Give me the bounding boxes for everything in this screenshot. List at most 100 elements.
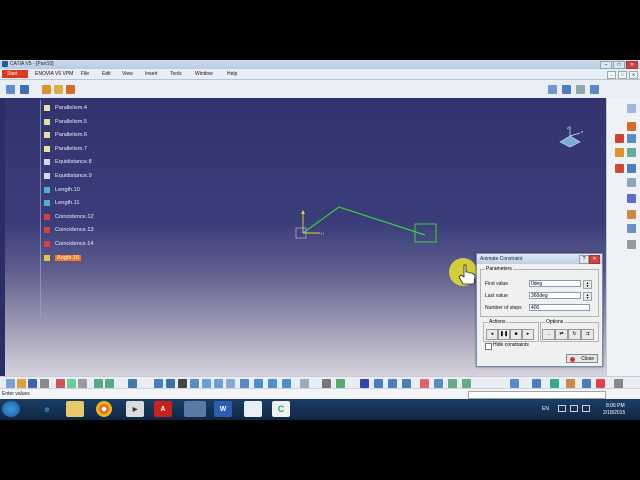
mdi-close-button[interactable]: ✕ (629, 71, 638, 79)
sketch-geometry[interactable]: H (290, 200, 450, 250)
tree-item[interactable]: Parallelism.6 (44, 130, 87, 140)
notepad-icon[interactable] (244, 401, 262, 417)
geometric-constraints-icon[interactable] (582, 379, 591, 388)
new-file-icon[interactable] (6, 379, 15, 388)
menu-edit[interactable]: Edit (102, 71, 111, 77)
cut-icon[interactable] (56, 379, 65, 388)
paste-icon[interactable] (78, 379, 87, 388)
construction-icon[interactable] (66, 85, 75, 94)
menu-start[interactable]: Start (2, 70, 28, 78)
tree-item[interactable]: Coincidence.13 (44, 225, 94, 235)
exit-workbench-icon[interactable] (627, 240, 636, 249)
tree-item[interactable]: Equidistance.8 (44, 157, 92, 167)
dialog-close-x-button[interactable]: ✕ (589, 255, 600, 264)
volume-icon[interactable] (582, 405, 590, 412)
tree-item[interactable]: Coincidence.12 (44, 212, 94, 222)
windows-start-icon[interactable] (2, 401, 20, 417)
pan-icon[interactable] (576, 85, 585, 94)
mdi-restore-button[interactable]: □ (618, 71, 627, 79)
trim-icon[interactable] (627, 178, 636, 187)
spline-icon[interactable] (615, 148, 624, 157)
power-input-field[interactable] (468, 391, 606, 399)
iso-view-icon[interactable] (240, 379, 249, 388)
tree-item[interactable]: Length.10 (44, 185, 80, 195)
tree-item[interactable]: Length.11 (44, 198, 79, 208)
grid-snap-icon[interactable] (54, 85, 63, 94)
catia-taskbar-icon[interactable] (184, 401, 206, 417)
maximize-button[interactable]: □ (613, 61, 625, 69)
tree-item[interactable]: Equidistance.9 (44, 171, 92, 181)
first-value-input[interactable] (529, 280, 581, 287)
minimize-button[interactable]: – (600, 61, 612, 69)
menu-enovia[interactable]: ENOVIA V5 VPM (35, 71, 73, 77)
snap-icon[interactable] (550, 379, 559, 388)
save-icon[interactable] (28, 379, 37, 388)
dialog-title-bar[interactable]: Animate Constraint ? ✕ (477, 254, 602, 264)
rectangle-icon[interactable] (615, 134, 624, 143)
menu-help[interactable]: Help (227, 71, 237, 77)
zoom-in-icon[interactable] (202, 379, 211, 388)
dimensional-constraints-icon[interactable] (596, 379, 605, 388)
animate-constraint-icon[interactable] (627, 224, 636, 233)
profile-icon[interactable] (627, 122, 636, 131)
sketch-icon[interactable] (300, 379, 309, 388)
clock-date[interactable]: 2/18/2015 (603, 410, 625, 416)
pan-view-icon[interactable] (178, 379, 187, 388)
tree-item[interactable]: Parallelism.7 (44, 144, 87, 154)
network-icon[interactable] (570, 405, 578, 412)
swap-visible-icon[interactable] (282, 379, 291, 388)
play-forward-icon[interactable]: ▸ (522, 329, 534, 340)
dialog-help-button[interactable]: ? (579, 255, 589, 264)
tree-item[interactable]: Parallelism.4 (44, 103, 87, 113)
render-style-icon[interactable] (254, 379, 263, 388)
flag-icon[interactable] (558, 405, 566, 412)
menu-file[interactable]: File (81, 71, 89, 77)
zoom-icon[interactable] (562, 85, 571, 94)
acrobat-icon[interactable]: A (154, 401, 172, 417)
constraint-icon[interactable] (627, 194, 636, 203)
compass-icon[interactable]: z x (556, 124, 586, 148)
camtasia-icon[interactable]: C (272, 401, 290, 417)
redo-icon[interactable] (105, 379, 114, 388)
sketch-tools-icon[interactable] (42, 85, 51, 94)
measure-icon[interactable] (420, 379, 429, 388)
menu-insert[interactable]: Insert (145, 71, 158, 77)
hide-show-icon[interactable] (268, 379, 277, 388)
hide-constraints-checkbox[interactable] (485, 343, 492, 350)
loop-icon[interactable]: ↻ (568, 329, 581, 340)
axis-icon[interactable] (462, 379, 471, 388)
point-icon[interactable] (448, 379, 457, 388)
zoom-out-icon[interactable] (214, 379, 223, 388)
mdi-minimize-button[interactable]: – (607, 71, 616, 79)
copy-icon[interactable] (67, 379, 76, 388)
print-icon[interactable] (40, 379, 49, 388)
close-window-button[interactable]: ✕ (626, 61, 638, 69)
pad-icon[interactable] (360, 379, 369, 388)
chrome-icon[interactable] (96, 401, 112, 417)
pocket-icon[interactable] (374, 379, 383, 388)
menu-tools[interactable]: Tools (170, 71, 182, 77)
tree-item[interactable]: Parallelism.5 (44, 117, 87, 127)
corner-icon[interactable] (615, 164, 624, 173)
last-value-spinner[interactable]: ▴ ▾ (583, 292, 592, 301)
reverse-icon[interactable]: ⇄ (555, 329, 568, 340)
rotate-view-icon[interactable] (190, 379, 199, 388)
pause-icon[interactable]: ❚❚ (498, 329, 510, 340)
fly-mode-icon[interactable] (154, 379, 163, 388)
steps-input[interactable] (529, 304, 590, 311)
one-shot-icon[interactable]: → (542, 329, 555, 340)
toolbar-overflow-icon[interactable] (614, 379, 623, 388)
clock-time[interactable]: 8:06 PM (606, 403, 625, 409)
word-icon[interactable]: W (214, 401, 232, 417)
contact-constraint-icon[interactable] (627, 210, 636, 219)
undo-icon[interactable] (94, 379, 103, 388)
menu-view[interactable]: View (122, 71, 133, 77)
open-icon[interactable] (20, 85, 29, 94)
analysis-icon[interactable] (510, 379, 519, 388)
normal-view-icon[interactable] (226, 379, 235, 388)
fit-all-icon[interactable] (548, 85, 557, 94)
select-icon[interactable] (627, 104, 636, 113)
line-icon[interactable] (627, 148, 636, 157)
file-explorer-icon[interactable] (66, 401, 84, 417)
rotate-icon[interactable] (590, 85, 599, 94)
